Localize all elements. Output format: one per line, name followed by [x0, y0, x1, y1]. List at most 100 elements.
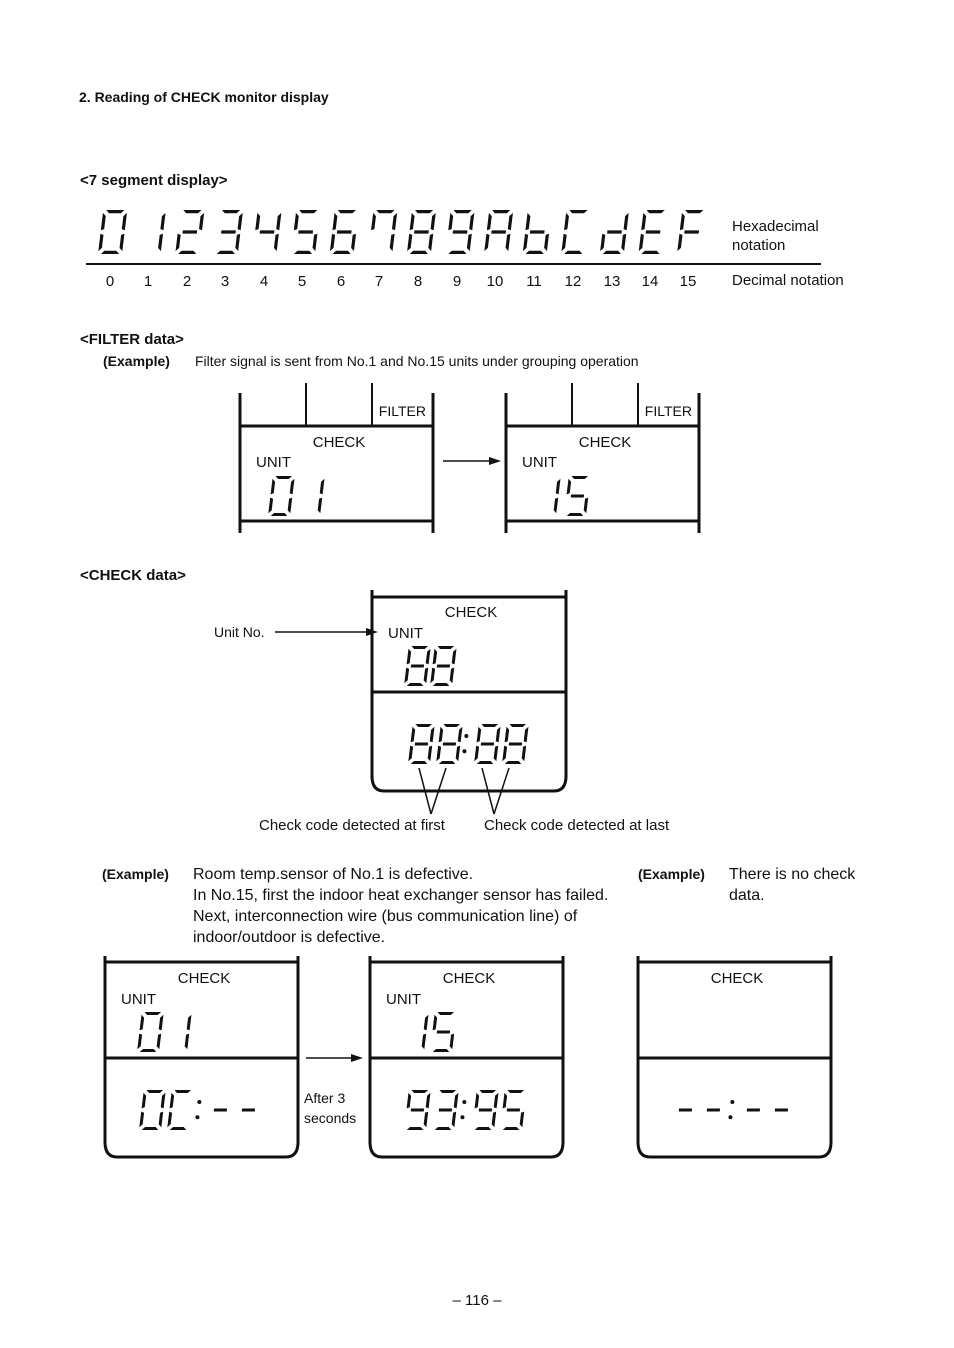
segment-b — [158, 1014, 164, 1031]
segment-e — [502, 745, 508, 762]
segment-e — [436, 745, 442, 762]
segment-d — [432, 683, 450, 686]
code-digit — [746, 1108, 761, 1112]
segment-c — [449, 1033, 455, 1050]
segment-e — [430, 667, 436, 684]
segment-g — [570, 494, 585, 498]
segment-c — [451, 1111, 457, 1128]
segment-c — [427, 745, 433, 762]
unit-label: UNIT — [386, 991, 421, 1008]
unit-digit — [404, 646, 431, 686]
segment-b — [425, 1092, 431, 1109]
code-digit — [502, 724, 529, 764]
segment-f — [476, 726, 482, 743]
segment-b — [451, 648, 457, 665]
segment-c — [421, 1033, 427, 1050]
segment-b — [523, 726, 529, 743]
colon-separator — [728, 1100, 735, 1120]
segment-c — [423, 667, 429, 684]
segment-b — [425, 648, 431, 665]
unit-label: UNIT — [522, 454, 557, 471]
segment-a — [275, 476, 293, 479]
panel-bottom-edge — [370, 775, 568, 793]
unit-digit — [184, 1014, 192, 1050]
code-digit — [474, 1090, 499, 1130]
segment-c — [519, 1111, 525, 1128]
segment-e — [167, 1111, 173, 1128]
segment-f — [502, 1092, 508, 1109]
segment-f — [438, 726, 444, 743]
code-digit — [706, 1108, 721, 1112]
segment-d — [434, 1127, 452, 1130]
segment-d — [476, 761, 494, 764]
segment-e — [268, 497, 274, 514]
filter-label: FILTER — [645, 403, 692, 419]
segment-a — [507, 1090, 525, 1093]
segment-d — [406, 683, 424, 686]
segment-f — [406, 648, 412, 665]
unit-label: UNIT — [121, 991, 156, 1008]
segment-a — [479, 1090, 497, 1093]
colon-separator — [195, 1100, 202, 1120]
segment-e — [474, 745, 480, 762]
segment-d — [438, 761, 456, 764]
segment-f — [270, 478, 276, 495]
segment-b — [319, 478, 325, 495]
unit-digit — [268, 476, 295, 516]
check-label: CHECK — [579, 434, 632, 451]
segment-c — [583, 497, 589, 514]
check-label: CHECK — [178, 970, 231, 987]
segment-g — [706, 1108, 721, 1112]
segment-c — [553, 497, 559, 514]
segment-g — [506, 1108, 521, 1112]
segment-d — [141, 1127, 159, 1130]
unit-digit — [317, 478, 325, 514]
segment-a — [437, 1012, 455, 1015]
segment-b — [186, 1014, 192, 1031]
panel-bottom-edge — [368, 1141, 565, 1159]
segment-a — [481, 724, 499, 727]
code-digit — [434, 1090, 459, 1130]
segment-e — [137, 1033, 143, 1050]
segment-d — [432, 1049, 450, 1052]
segment-a — [443, 724, 461, 727]
diagram-lines: FILTER CHECK UNIT FILTER CHECK UNIT CHECK UNIT C… — [103, 383, 833, 1159]
segment-e — [139, 1111, 145, 1128]
segment-b — [453, 1092, 459, 1109]
check-label: CHECK — [313, 434, 366, 451]
segment-f — [169, 1092, 175, 1109]
check-label: CHECK — [445, 604, 498, 621]
code-digit — [241, 1108, 256, 1112]
segment-a — [411, 646, 429, 649]
segment-c — [287, 497, 293, 514]
segment-a — [415, 724, 433, 727]
code-digit — [474, 724, 501, 764]
segment-d — [566, 513, 584, 516]
unit-digit — [553, 478, 561, 514]
segment-g — [213, 1108, 228, 1112]
unit-digit — [430, 646, 457, 686]
segment-b — [495, 726, 501, 743]
segment-f — [432, 1014, 438, 1031]
segment-a — [437, 646, 455, 649]
segment-d — [169, 1127, 187, 1130]
segment-f — [432, 648, 438, 665]
code-digit — [213, 1108, 228, 1112]
unit-digit — [432, 1012, 455, 1052]
check-label: CHECK — [711, 970, 764, 987]
segment-d — [406, 1127, 424, 1130]
segment-g — [436, 1030, 451, 1034]
segment-a — [571, 476, 589, 479]
segment-g — [438, 1108, 453, 1112]
segment-c — [317, 497, 323, 514]
segment-c — [184, 1033, 190, 1050]
segment-c — [423, 1111, 429, 1128]
segment-c — [156, 1033, 162, 1050]
unit-digit — [137, 1012, 164, 1052]
segment-c — [521, 745, 527, 762]
segment-f — [139, 1014, 145, 1031]
segment-b — [423, 1014, 429, 1031]
code-digit — [406, 1090, 431, 1130]
segment-b — [429, 726, 435, 743]
code-digit — [774, 1108, 789, 1112]
